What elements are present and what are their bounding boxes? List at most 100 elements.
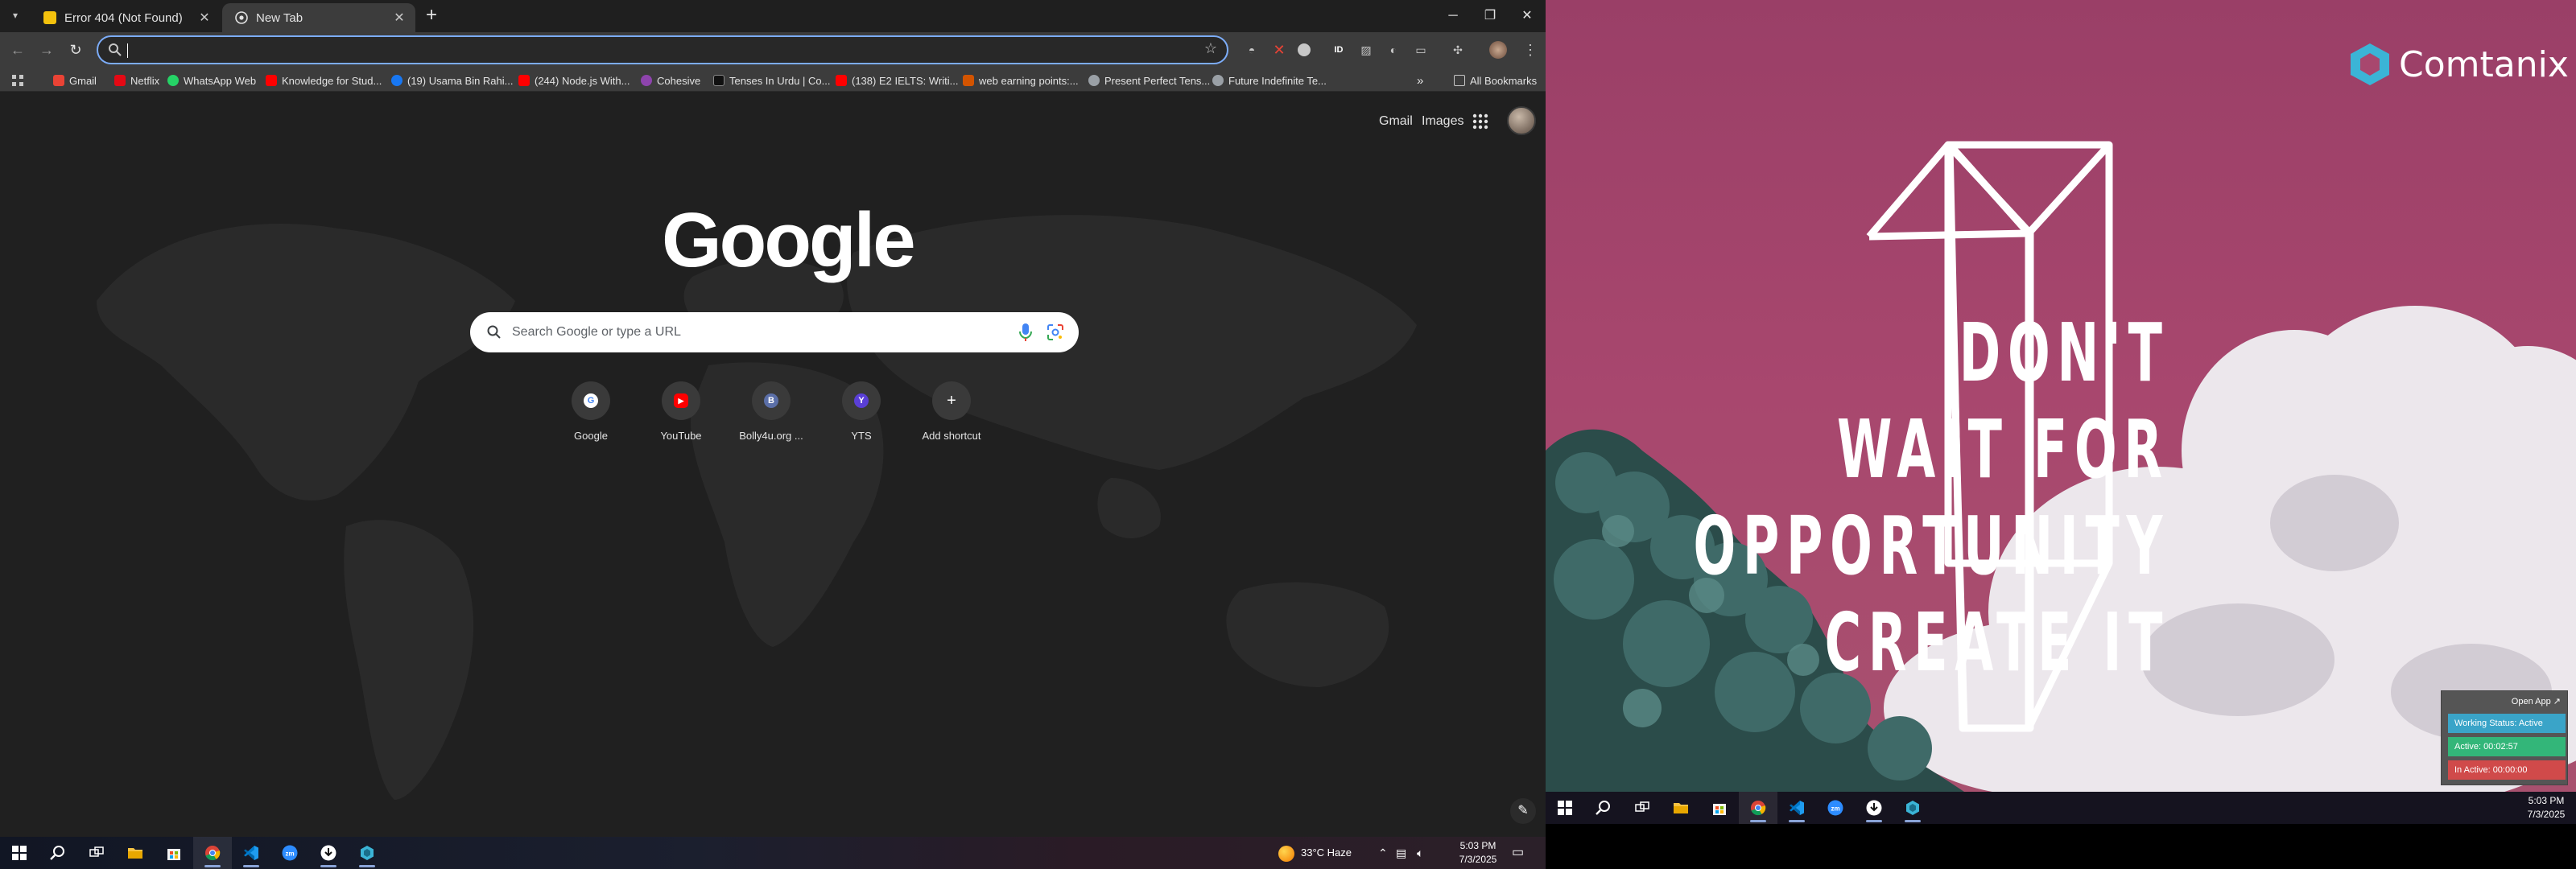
task-view-icon [89, 846, 104, 857]
shortcut-bolly4u[interactable]: B Bolly4u.org ... [726, 372, 816, 460]
download-app-taskbar-button[interactable] [309, 837, 348, 869]
close-tab-icon[interactable]: ✕ [391, 10, 407, 26]
right-monitor: Comtanix DON'T WAIT FOR OPPORTUNITY CREA… [1546, 0, 2576, 869]
weather-widget[interactable]: 33°C Haze [1278, 837, 1352, 869]
image-extension-icon[interactable]: ▨ [1357, 41, 1375, 59]
restore-button[interactable]: ❐ [1472, 0, 1509, 32]
chrome-taskbar-button[interactable] [193, 837, 232, 869]
images-link[interactable]: Images [1422, 114, 1463, 129]
notification-center-icon[interactable]: ▭ [1512, 837, 1524, 869]
shortcut-youtube[interactable]: ▶ YouTube [636, 372, 726, 460]
customize-pencil-icon[interactable]: ✎ [1510, 798, 1536, 824]
back-button[interactable]: ← [6, 39, 29, 61]
gmail-link[interactable]: Gmail [1379, 114, 1413, 129]
chrome-taskbar-button[interactable] [1739, 792, 1777, 824]
bookmark-future-indefinite[interactable]: Future Indefinite Te... [1212, 72, 1327, 89]
comtanix-logo: Comtanix [2349, 40, 2569, 89]
facebook-icon [391, 75, 402, 86]
google-lens-icon[interactable] [1046, 323, 1064, 341]
store-button[interactable] [155, 837, 193, 869]
idm-extension-icon[interactable]: ID [1330, 41, 1348, 59]
close-window-button[interactable]: ✕ [1509, 0, 1546, 32]
forward-button[interactable]: → [35, 39, 58, 61]
vscode-taskbar-button[interactable] [232, 837, 270, 869]
file-explorer-button[interactable] [1662, 792, 1700, 824]
bookmark-gmail[interactable]: Gmail [53, 72, 97, 89]
start-button[interactable] [0, 837, 39, 869]
google-search-box[interactable] [470, 312, 1079, 352]
site-icon [713, 75, 724, 86]
zoom-taskbar-button[interactable]: zm [270, 837, 309, 869]
address-bar[interactable]: ☆ [97, 35, 1228, 64]
download-app-icon [320, 845, 336, 861]
voice-search-icon[interactable] [1018, 323, 1034, 342]
shortcut-add[interactable]: + Add shortcut [906, 372, 997, 460]
search-input[interactable] [512, 323, 995, 342]
comtanix-taskbar-button[interactable] [1893, 792, 1932, 824]
taskbar-search[interactable] [1584, 792, 1623, 824]
wallet-extension-icon[interactable]: ▭ [1412, 41, 1430, 59]
left-monitor: ▾ Error 404 (Not Found) ✕ New Tab ✕ + ─ … [0, 0, 1546, 869]
blocker-extension-icon[interactable]: ✕ [1270, 41, 1288, 59]
zoom-taskbar-button[interactable]: zm [1816, 792, 1855, 824]
extensions-puzzle-icon[interactable]: ✣ [1449, 41, 1467, 59]
bookmark-usama[interactable]: (19) Usama Bin Rahi... [391, 72, 514, 89]
netflix-icon [114, 75, 126, 86]
working-status-row: Working Status: Active [2448, 714, 2566, 733]
minimize-button[interactable]: ─ [1435, 0, 1472, 32]
reload-button[interactable]: ↻ [64, 39, 87, 61]
bookmark-cohesive[interactable]: Cohesive [641, 72, 700, 89]
store-button[interactable] [1700, 792, 1739, 824]
open-app-link[interactable]: Open App ↗ [2512, 696, 2561, 706]
youtube-icon [266, 75, 277, 86]
all-bookmarks-folder[interactable]: All Bookmarks [1454, 72, 1537, 89]
bookmark-tenses-urdu[interactable]: Tenses In Urdu | Co... [713, 72, 831, 89]
task-view-button[interactable] [77, 837, 116, 869]
globe-icon [1088, 75, 1100, 86]
vscode-icon [244, 846, 258, 860]
task-view-button[interactable] [1623, 792, 1662, 824]
tab-new-tab[interactable]: New Tab ✕ [222, 3, 415, 32]
taskbar-search[interactable] [39, 837, 77, 869]
circle-extension-icon[interactable] [1298, 43, 1311, 56]
bookmark-netflix[interactable]: Netflix [114, 72, 159, 89]
vscode-taskbar-button[interactable] [1777, 792, 1816, 824]
more-bookmarks-button[interactable]: » [1417, 72, 1423, 89]
google-account-avatar[interactable] [1507, 106, 1536, 135]
bookmark-present-perfect[interactable]: Present Perfect Tens... [1088, 72, 1210, 89]
address-input[interactable] [127, 40, 1174, 60]
close-tab-icon[interactable]: ✕ [196, 10, 213, 26]
bookmark-web-earning[interactable]: web earning points:... [963, 72, 1079, 89]
taskbar-clock[interactable]: 5:03 PM 7/3/2025 [2521, 794, 2571, 822]
taskbar-main: zm 33°C Haze ⌃ ▤ 🔈︎ 5:03 PM 7/3/2025 ▭ [0, 837, 1546, 869]
gmail-icon [53, 75, 64, 86]
download-app-taskbar-button[interactable] [1855, 792, 1893, 824]
tray-show-hidden-icon[interactable]: ⌃ [1378, 837, 1388, 869]
profile-avatar[interactable] [1489, 41, 1507, 59]
shortcut-google[interactable]: G Google [546, 372, 636, 460]
google-apps-icon[interactable] [1472, 113, 1489, 130]
new-tab-button[interactable]: + [420, 5, 443, 27]
bookmark-whatsapp[interactable]: WhatsApp Web [167, 72, 256, 89]
tray-network-icon[interactable]: ▤ [1396, 837, 1406, 869]
bookmark-nodejs[interactable]: (244) Node.js With... [518, 72, 630, 89]
tray-volume-icon[interactable]: 🔈︎ [1417, 837, 1423, 869]
color-extension-icon[interactable]: ◐ [1385, 41, 1402, 59]
file-explorer-button[interactable] [116, 837, 155, 869]
globe-icon [1212, 75, 1224, 86]
quote-line-4: CREATE IT [1824, 595, 2169, 690]
bookmark-star-icon[interactable]: ☆ [1204, 40, 1217, 57]
tab-error-404[interactable]: Error 404 (Not Found) ✕ [31, 3, 221, 32]
tab-search-dropdown[interactable]: ▾ [6, 6, 24, 24]
taskbar-clock[interactable]: 5:03 PM 7/3/2025 [1454, 839, 1502, 867]
comtanix-taskbar-button[interactable] [348, 837, 386, 869]
apps-grid-icon[interactable] [11, 72, 24, 89]
shortcut-yts[interactable]: Y YTS [816, 372, 906, 460]
comtanix-hexagon-icon [2351, 43, 2389, 85]
bookmark-ielts[interactable]: (138) E2 IELTS: Writi... [836, 72, 958, 89]
bookmark-knowledge[interactable]: Knowledge for Stud... [266, 72, 382, 89]
incognito-extension-icon[interactable]: ◓ [1243, 41, 1261, 59]
start-button[interactable] [1546, 792, 1584, 824]
more-menu-icon[interactable]: ⋮ [1521, 41, 1539, 59]
task-view-icon [1635, 801, 1649, 812]
